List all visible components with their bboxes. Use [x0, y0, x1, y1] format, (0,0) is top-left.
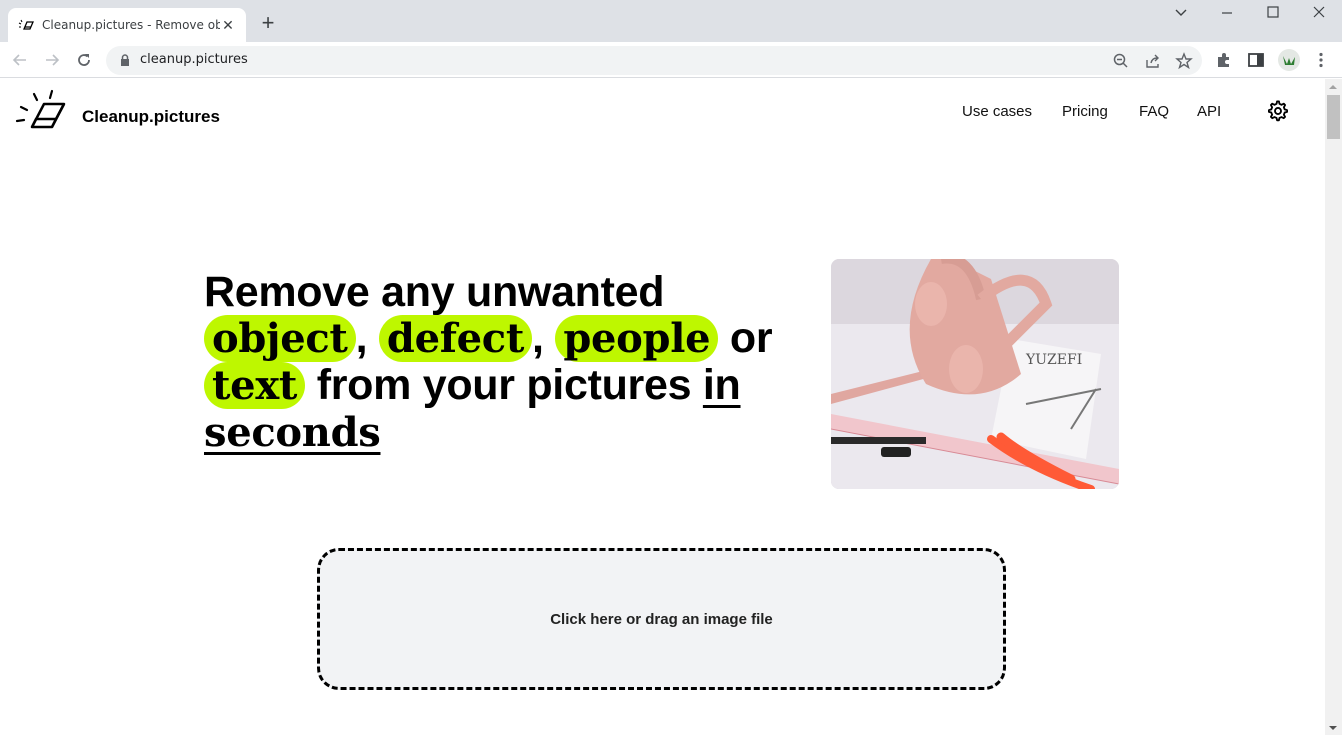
- hero-headline: Remove any unwanted object, defect, peop…: [204, 269, 804, 456]
- puzzle-icon[interactable]: [1215, 51, 1233, 69]
- profile-plant-icon: [1283, 56, 1295, 65]
- zoom-out-icon[interactable]: [1112, 52, 1130, 70]
- scroll-thumb[interactable]: [1327, 95, 1340, 139]
- brand-name[interactable]: Cleanup.pictures: [82, 107, 220, 127]
- url-text: cleanup.pictures: [140, 52, 248, 67]
- scroll-up-arrow-icon[interactable]: [1329, 85, 1337, 89]
- svg-text:YUZEFI: YUZEFI: [1025, 352, 1082, 368]
- hero-example-image[interactable]: YUZEFI: [831, 259, 1119, 489]
- star-icon[interactable]: [1175, 52, 1193, 70]
- close-window-button[interactable]: [1304, 5, 1334, 24]
- eraser-logo-icon[interactable]: [14, 89, 68, 133]
- highlight-text: text: [204, 362, 306, 409]
- back-button[interactable]: [8, 48, 32, 72]
- highlight-defect: defect: [378, 315, 533, 362]
- reload-button[interactable]: [72, 48, 96, 72]
- new-tab-button[interactable]: +: [256, 12, 280, 34]
- tab-close-icon[interactable]: ✕: [220, 17, 236, 34]
- kebab-menu-icon[interactable]: [1312, 51, 1330, 69]
- share-icon[interactable]: [1144, 52, 1162, 70]
- hero-underline-in: in: [702, 361, 741, 409]
- side-panel-icon[interactable]: [1247, 51, 1265, 69]
- arrow-right-icon: [46, 54, 60, 66]
- nav-api[interactable]: API: [1197, 103, 1221, 120]
- handbag-photo: YUZEFI: [831, 259, 1119, 489]
- lock-icon: [121, 54, 129, 66]
- comma: ,: [355, 314, 368, 362]
- gear-icon[interactable]: [1267, 100, 1289, 122]
- minimize-button[interactable]: [1212, 5, 1242, 24]
- dropzone-label: Click here or drag an image file: [550, 610, 773, 628]
- nav-pricing[interactable]: Pricing: [1062, 103, 1108, 120]
- hero-or: or: [729, 314, 773, 362]
- maximize-button[interactable]: [1258, 5, 1288, 24]
- browser-tab[interactable]: Cleanup.pictures - Remove objec ✕: [8, 8, 246, 42]
- eraser-favicon-icon: [18, 19, 34, 30]
- arrow-left-icon: [12, 54, 26, 66]
- comma: ,: [532, 314, 544, 362]
- hero-line1: Remove any unwanted: [204, 268, 665, 316]
- browser-toolbar: cleanup.pictures: [0, 42, 1342, 78]
- address-bar[interactable]: cleanup.pictures: [106, 46, 1202, 75]
- nav-faq[interactable]: FAQ: [1139, 103, 1169, 120]
- tab-title: Cleanup.pictures - Remove objec: [42, 18, 220, 32]
- scroll-down-arrow-icon[interactable]: [1329, 726, 1337, 730]
- nav-use-cases[interactable]: Use cases: [962, 103, 1032, 120]
- browser-tabstrip: Cleanup.pictures - Remove objec ✕ +: [0, 0, 1342, 42]
- hero-underline-seconds: seconds: [204, 409, 381, 456]
- page: Cleanup.pictures Use cases Pricing FAQ A…: [0, 79, 1325, 735]
- reload-icon: [78, 54, 90, 66]
- hero-middle: from your pictures: [316, 361, 692, 409]
- forward-button[interactable]: [40, 48, 64, 72]
- profile-avatar[interactable]: [1278, 49, 1300, 71]
- image-dropzone[interactable]: Click here or drag an image file: [317, 548, 1006, 690]
- highlight-object: object: [204, 315, 356, 362]
- page-scrollbar[interactable]: [1325, 79, 1342, 735]
- tab-search-icon[interactable]: [1166, 5, 1196, 24]
- highlight-people: people: [555, 315, 719, 362]
